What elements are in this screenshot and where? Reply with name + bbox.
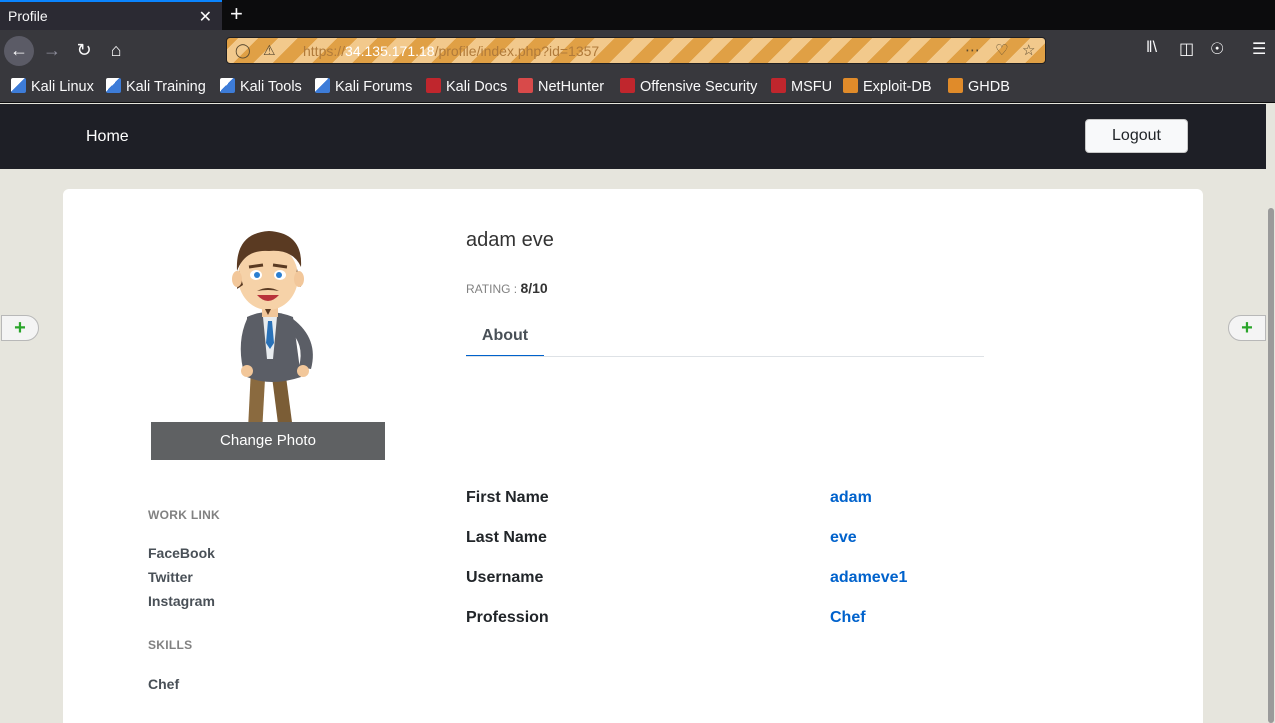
last-name-label: Last Name [466,529,547,546]
skills-heading: SKILLS [148,638,193,652]
kali-icon [106,78,121,93]
profile-card: Change Photo WORK LINK FaceBook Twitter … [63,189,1203,723]
kali-icon [220,78,235,93]
logout-button[interactable]: Logout [1085,119,1188,153]
add-panel-left-plus-icon[interactable]: + [1,315,39,341]
instagram-link[interactable]: Instagram [148,593,215,609]
twitter-link[interactable]: Twitter [148,569,193,585]
pocket-icon[interactable]: ♡ [995,41,1008,59]
last-name-value: eve [830,529,857,546]
add-panel-right-plus-icon[interactable]: + [1228,315,1266,341]
browser-toolbar: ← → ↻ ⌂ ◯ ⚠ https://34.135.171.18/profil… [0,30,1275,70]
kali-icon [315,78,330,93]
sidebar-icon[interactable]: ◫ [1179,39,1194,59]
browser-tab-strip: Profile ✕ + [0,0,1275,30]
change-photo-button[interactable]: Change Photo [151,422,385,460]
bookmark-kali-forums[interactable]: Kali Forums [315,78,412,95]
new-tab-icon[interactable]: + [230,2,243,26]
ghdb-icon [948,78,963,93]
site-navbar: Home Logout [0,104,1266,169]
tabs-divider [466,356,984,357]
offsec-icon [620,78,635,93]
scrollbar-thumb[interactable] [1268,208,1274,723]
profession-label: Profession [466,609,549,626]
url-text: https://34.135.171.18/profile/index.php?… [303,43,600,59]
username-label: Username [466,569,544,586]
page-actions-icon[interactable]: ⋯ [965,41,980,59]
bookmark-nethunter[interactable]: NetHunter [518,78,604,95]
msfu-icon [771,78,786,93]
first-name-value: adam [830,489,872,506]
insecure-lock-icon[interactable]: ⚠ [263,42,276,59]
profession-value: Chef [830,609,866,626]
bookmark-star-icon[interactable]: ☆ [1022,41,1035,59]
forward-icon[interactable]: → [37,36,67,66]
rating: RATING : 8/10 [466,280,548,296]
rating-label: RATING : [466,282,521,296]
bookmark-ghdb[interactable]: GHDB [948,78,1010,95]
browser-tab-profile[interactable]: Profile ✕ [0,0,222,30]
bookmark-kali-tools[interactable]: Kali Tools [220,78,302,95]
bookmarks-toolbar: Kali Linux Kali Training Kali Tools Kali… [0,70,1275,103]
menu-icon[interactable]: ☰ [1252,39,1266,59]
first-name-label: First Name [466,489,549,506]
kali-icon [11,78,26,93]
docs-icon [426,78,441,93]
skill-item: Chef [148,676,180,692]
bookmark-offensive-security[interactable]: Offensive Security [620,78,757,95]
work-link-heading: WORK LINK [148,508,221,522]
account-icon[interactable]: ☉ [1210,39,1224,59]
bookmark-msfu[interactable]: MSFU [771,78,832,95]
nethunter-icon [518,78,533,93]
facebook-link[interactable]: FaceBook [148,545,215,561]
username-value: adameve1 [830,569,908,586]
tab-about[interactable]: About [466,327,544,357]
back-icon[interactable]: ← [4,36,34,66]
exploit-db-icon [843,78,858,93]
shield-icon[interactable]: ◯ [235,42,251,59]
bookmark-kali-docs[interactable]: Kali Docs [426,78,507,95]
profile-name: adam eve [466,229,554,251]
tab-title: Profile [8,8,48,24]
home-icon[interactable]: ⌂ [101,36,131,66]
library-icon[interactable]: ‖\ [1146,39,1157,57]
close-icon[interactable]: ✕ [199,7,212,27]
reload-icon[interactable]: ↻ [69,36,99,66]
address-bar[interactable]: ◯ ⚠ https://34.135.171.18/profile/index.… [226,37,1046,64]
home-link[interactable]: Home [86,128,129,146]
rating-value: 8/10 [520,280,548,296]
bookmark-kali-linux[interactable]: Kali Linux [11,78,94,95]
bookmark-exploit-db[interactable]: Exploit-DB [843,78,932,95]
bookmark-kali-training[interactable]: Kali Training [106,78,206,95]
